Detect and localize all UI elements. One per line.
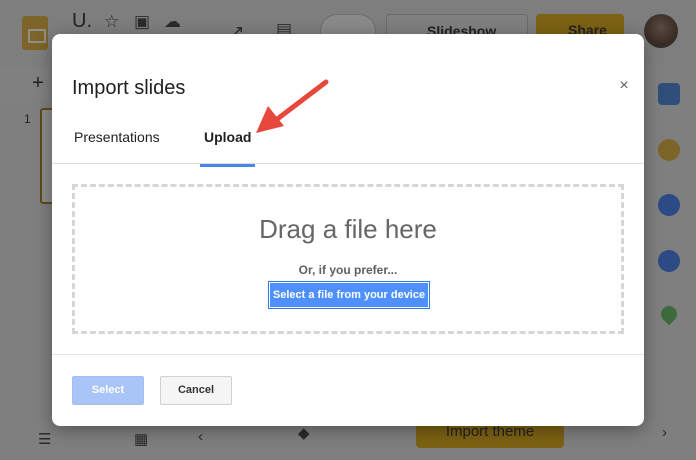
select-button[interactable]: Select [72, 376, 144, 405]
dropzone-heading: Drag a file here [259, 214, 437, 244]
tab-presentations[interactable]: Presentations [70, 129, 164, 164]
add-slide-icon: + [32, 72, 44, 94]
star-icon: ☆ [104, 12, 120, 31]
contacts-icon [658, 250, 680, 272]
import-slides-dialog: Import slides × Presentations Upload Dra… [52, 34, 644, 426]
slides-logo-icon [22, 16, 48, 50]
calendar-icon [658, 83, 680, 105]
keep-icon [658, 139, 680, 161]
dialog-tabs: Presentations Upload [52, 124, 644, 167]
grid-view-icon: ▦ [134, 431, 149, 448]
avatar [644, 14, 678, 48]
cloud-status-icon: ☁ [164, 12, 181, 31]
footer-divider [52, 354, 644, 355]
file-dropzone[interactable]: Drag a file here Or, if you prefer... Se… [72, 184, 624, 334]
expand-panel-icon: › [662, 424, 667, 441]
slide-number: 1 [24, 112, 31, 126]
select-file-button[interactable]: Select a file from your device [268, 281, 430, 309]
dropzone-subtext: Or, if you prefer... [298, 263, 398, 277]
tab-upload[interactable]: Upload [200, 129, 256, 167]
close-icon[interactable]: × [615, 77, 633, 95]
explore-icon: ◆ [298, 425, 310, 442]
bottom-bar [0, 420, 696, 460]
document-title: U. [72, 10, 92, 32]
tasks-icon [658, 194, 680, 216]
move-folder-icon: ▣ [134, 12, 151, 31]
filmstrip-view-icon: ☰ [38, 431, 52, 448]
dialog-title: Import slides [72, 77, 186, 99]
collapse-panel-icon: ‹ [198, 428, 203, 445]
cancel-button[interactable]: Cancel [160, 376, 232, 405]
